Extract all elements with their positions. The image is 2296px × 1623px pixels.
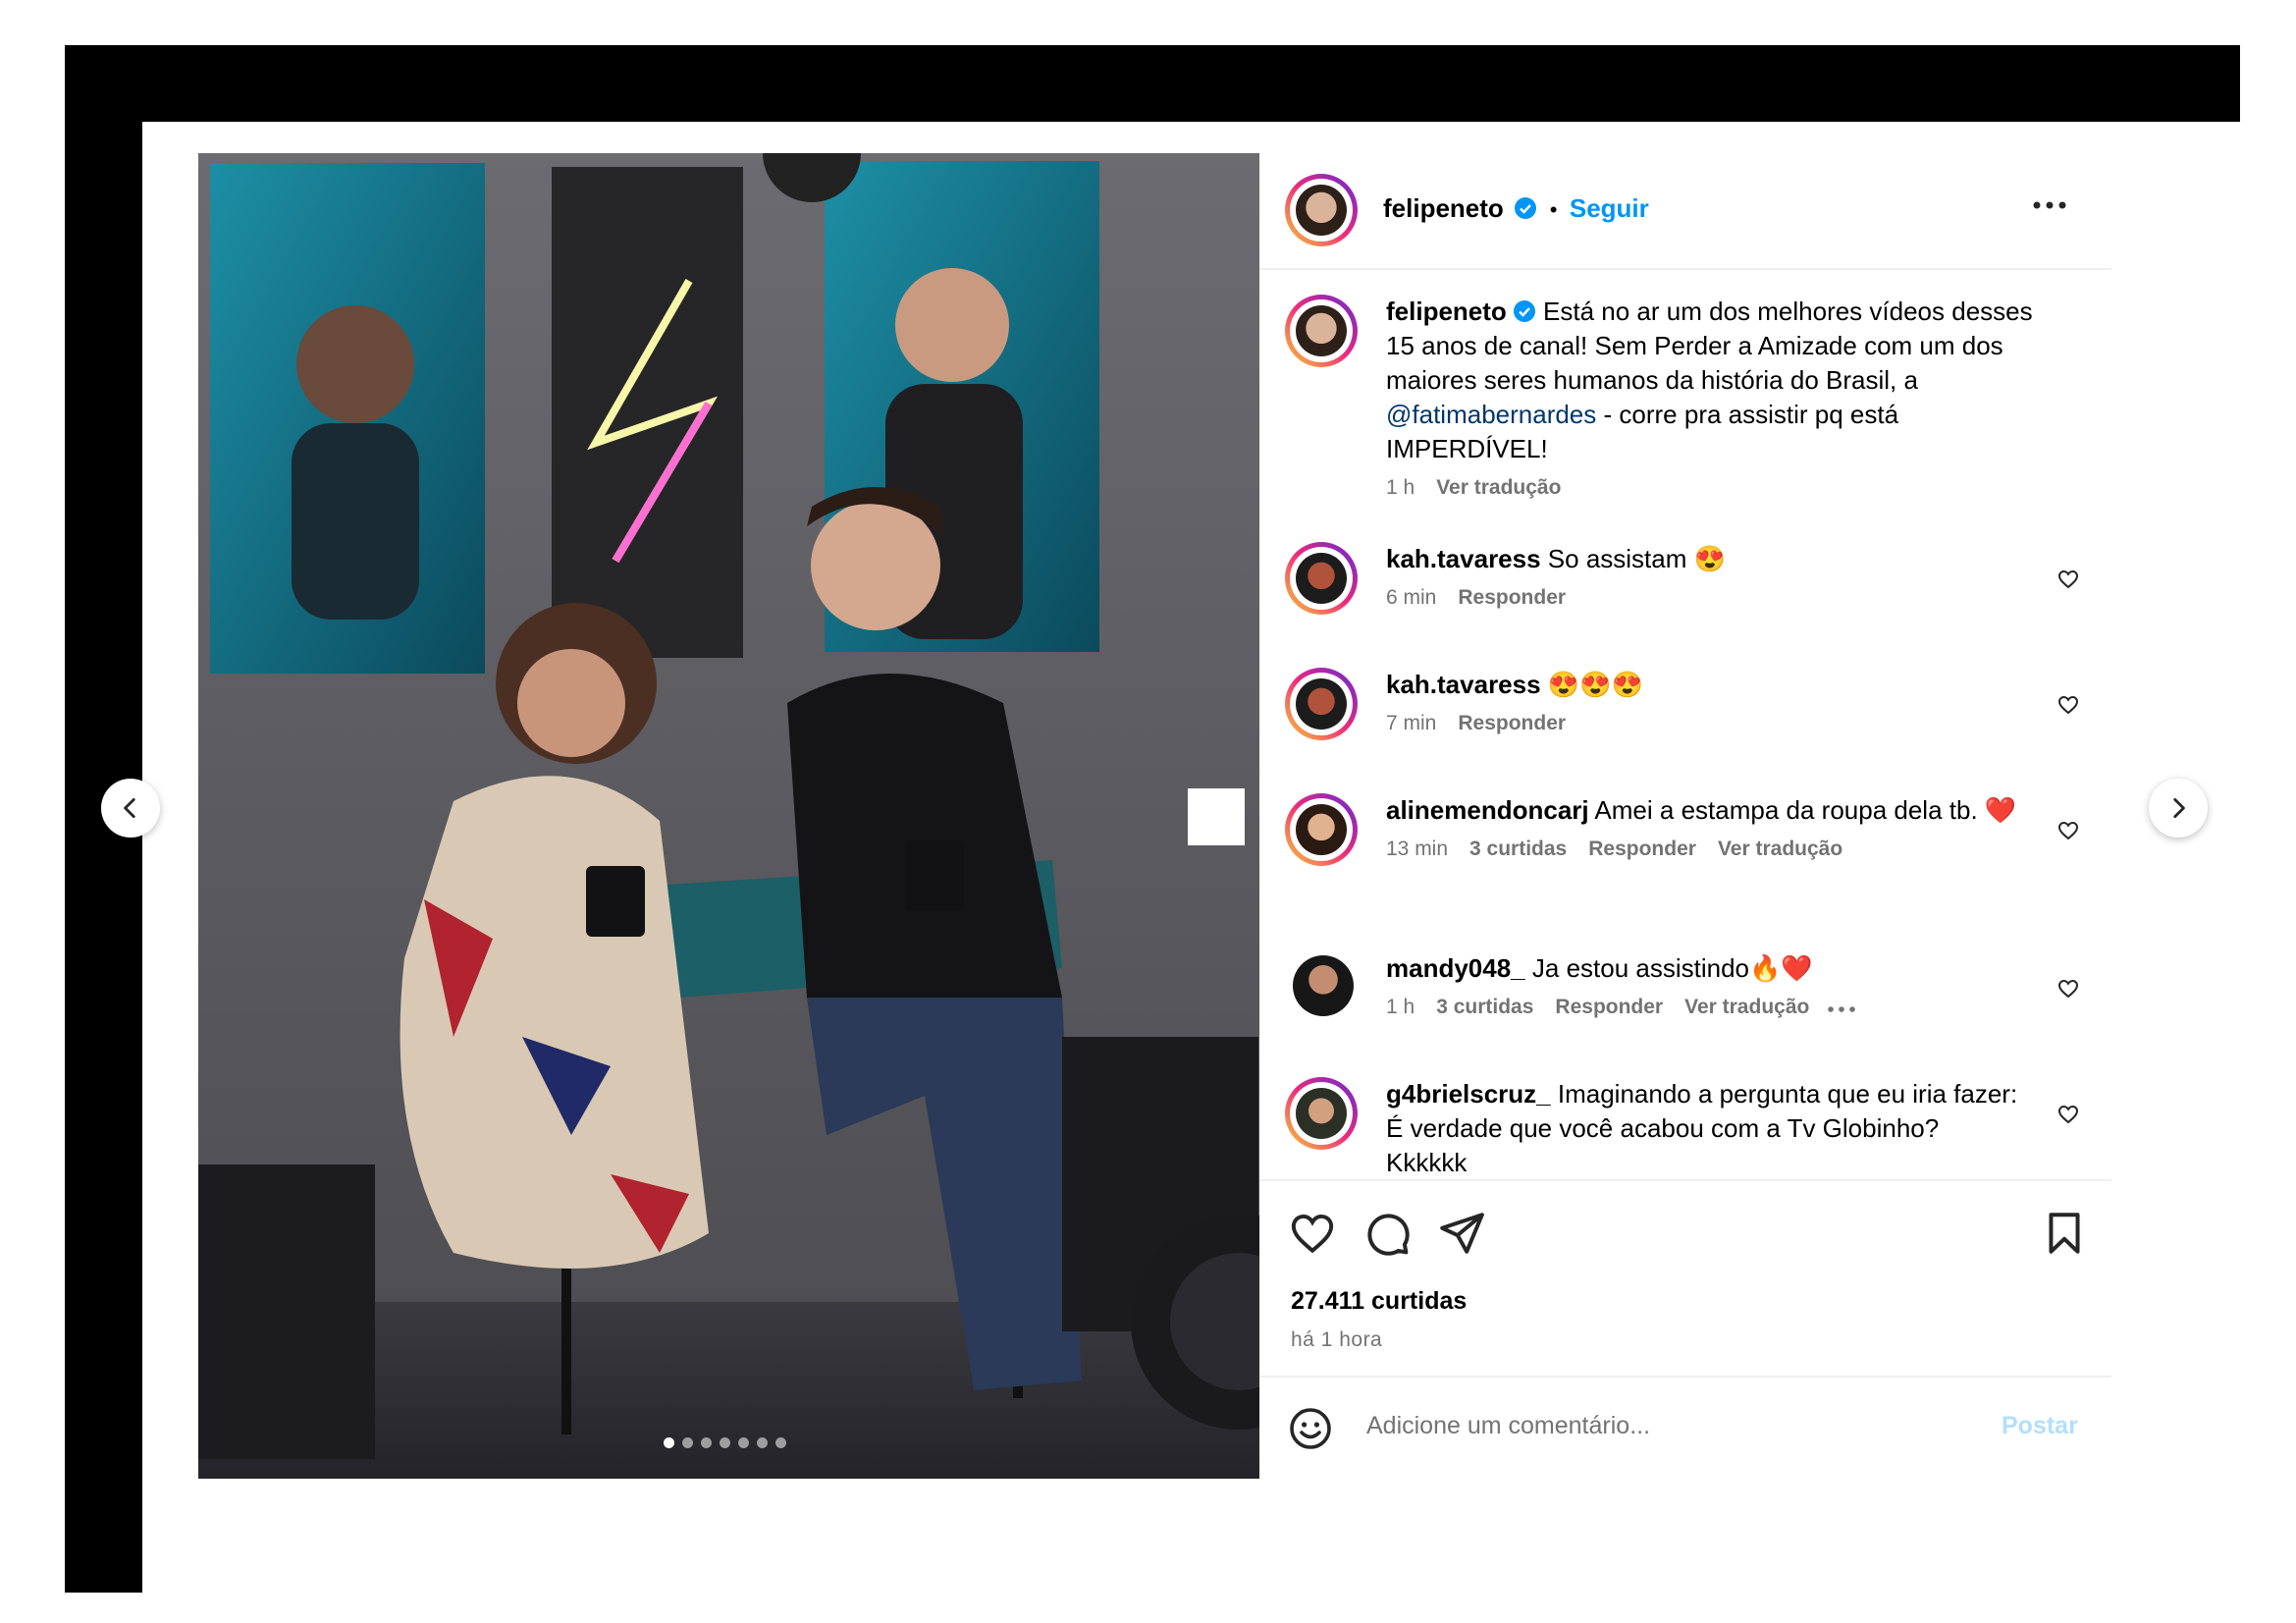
comment-time: 7 min [1386,712,1437,734]
comment-more-icon[interactable] [1827,1005,1856,1013]
commenter-avatar[interactable] [1285,542,1358,615]
carousel-dot [701,1437,712,1448]
reply-button[interactable]: Responder [1555,996,1663,1018]
more-options-icon [2033,201,2066,209]
heart-icon [1291,1214,1334,1254]
comment-text: Amei a estampa da roupa dela tb. ❤️ [1594,795,2017,825]
carousel-dot [720,1437,730,1448]
commenter-avatar[interactable] [1285,668,1358,740]
carousel-dot [682,1437,693,1448]
post-time: há 1 hora [1291,1328,1383,1351]
translate-link[interactable]: Ver tradução [1718,838,1842,860]
comment-like-icon[interactable] [2056,977,2080,1001]
comment-username[interactable]: alinemendoncarj [1386,795,1589,825]
separator-dot: • [1549,197,1558,222]
share-button[interactable] [1437,1209,1486,1263]
translate-link[interactable]: Ver tradução [1684,996,1809,1018]
comment-like-icon[interactable] [2056,819,2080,842]
verified-badge-icon [1515,197,1537,219]
post-header: felipeneto • Seguir [1259,153,2111,270]
comment-likes-count[interactable]: 3 curtidas [1436,996,1533,1018]
bookmark-icon [2049,1213,2080,1254]
comment-like-icon[interactable] [2056,568,2080,591]
comment-text: 😍😍😍 [1547,670,1643,699]
comments-list[interactable]: felipeneto Está no ar um dos melhores ví… [1259,270,2111,1178]
post-image[interactable] [198,153,1259,1479]
next-button[interactable] [2149,779,2208,838]
like-button[interactable] [1288,1209,1337,1263]
comment-button[interactable] [1362,1209,1412,1263]
comment-time: 13 min [1386,838,1449,860]
comment-username[interactable]: mandy048_ [1386,953,1525,983]
chevron-left-icon [124,797,135,819]
post-photo-illustration [198,153,1259,1479]
commenter-avatar[interactable] [1293,955,1354,1016]
emoji-icon [1290,1408,1331,1449]
carousel-dot [757,1437,768,1448]
comment-time: 6 min [1386,586,1437,609]
comment-likes-count[interactable]: 3 curtidas [1469,838,1567,860]
reply-button[interactable]: Responder [1458,712,1566,734]
emoji-button[interactable] [1287,1405,1334,1457]
commenter-avatar[interactable] [1285,793,1358,866]
caption-avatar[interactable] [1285,295,1358,367]
carousel-dot [664,1437,674,1448]
caption-mention-link[interactable]: @fatimabernardes [1386,400,1596,429]
share-icon [1440,1213,1484,1254]
post-comment-button[interactable]: Postar [2002,1412,2078,1440]
caption-time: 1 h [1386,476,1415,499]
reply-button[interactable]: Responder [1458,586,1566,609]
chevron-right-icon [2173,797,2185,819]
caption-translate-link[interactable]: Ver tradução [1436,476,1561,499]
author-avatar[interactable] [1285,174,1358,246]
reply-button[interactable]: Responder [1588,838,1696,860]
comment-like-icon[interactable] [2056,1103,2080,1126]
comment-icon [1367,1214,1410,1256]
previous-button[interactable] [101,779,160,838]
commenter-avatar[interactable] [1285,1077,1358,1150]
save-button[interactable] [2040,1209,2089,1263]
carousel-dot [775,1437,786,1448]
comment-text: So assistam 😍 [1547,544,1726,573]
more-options-button[interactable] [2032,198,2067,216]
likes-count[interactable]: 27.411 curtidas [1291,1287,1467,1316]
comment-composer: Adicione um comentário... Postar [1259,1376,2111,1481]
verified-badge-icon [1513,300,1535,322]
comment-username[interactable]: kah.tavaress [1386,544,1541,573]
comment-username[interactable]: g4brielscruz_ [1386,1079,1551,1109]
post-actions: 27.411 curtidas há 1 hora [1259,1179,2111,1378]
post-side-panel: felipeneto • Seguir felipeneto Está no a… [1259,153,2111,1479]
comment-input[interactable]: Adicione um comentário... [1366,1412,1650,1440]
comment-text: Ja estou assistindo🔥❤️ [1531,953,1813,983]
comment-like-icon[interactable] [2056,693,2080,717]
comment-username[interactable]: kah.tavaress [1386,670,1541,699]
caption-username[interactable]: felipeneto [1386,297,1507,326]
comment-time: 1 h [1386,996,1415,1018]
author-username[interactable]: felipeneto [1383,193,1504,223]
carousel-dot [738,1437,749,1448]
carousel-indicators [664,1437,786,1448]
follow-button[interactable]: Seguir [1570,193,1649,223]
image-overlay-square [1188,788,1245,845]
